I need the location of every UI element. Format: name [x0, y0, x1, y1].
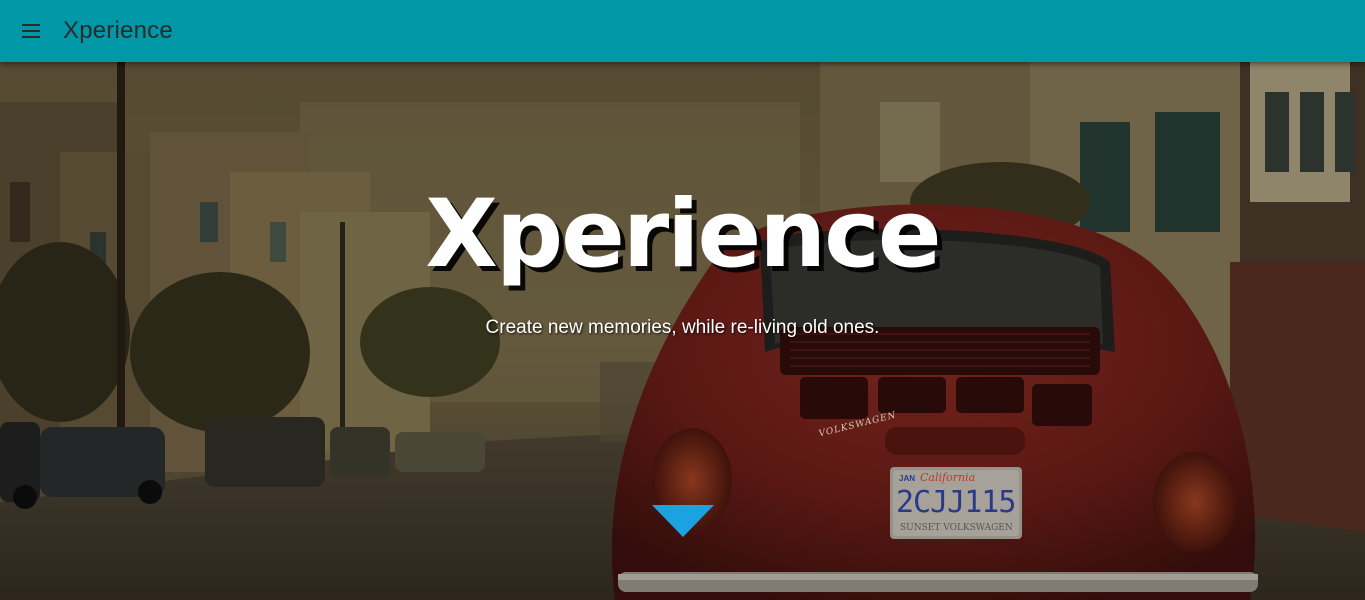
hero-tagline: Create new memories, while re-living old… [485, 317, 880, 338]
hamburger-menu-icon[interactable] [20, 20, 42, 42]
hero-section: VOLKSWAGEN JAN California 2CJJ115 SUNSET… [0, 62, 1365, 600]
license-plate-state: California [920, 471, 976, 484]
license-plate-frame-text: SUNSET VOLKSWAGEN [900, 523, 1013, 533]
license-plate-number: 2CJJ115 [896, 485, 1016, 520]
license-plate-month: JAN [899, 474, 916, 483]
app-title[interactable]: Xperience [63, 17, 173, 45]
hero-title: Xperience [425, 180, 941, 289]
down-triangle-icon[interactable] [652, 505, 714, 537]
app-bar: Xperience [0, 0, 1365, 62]
